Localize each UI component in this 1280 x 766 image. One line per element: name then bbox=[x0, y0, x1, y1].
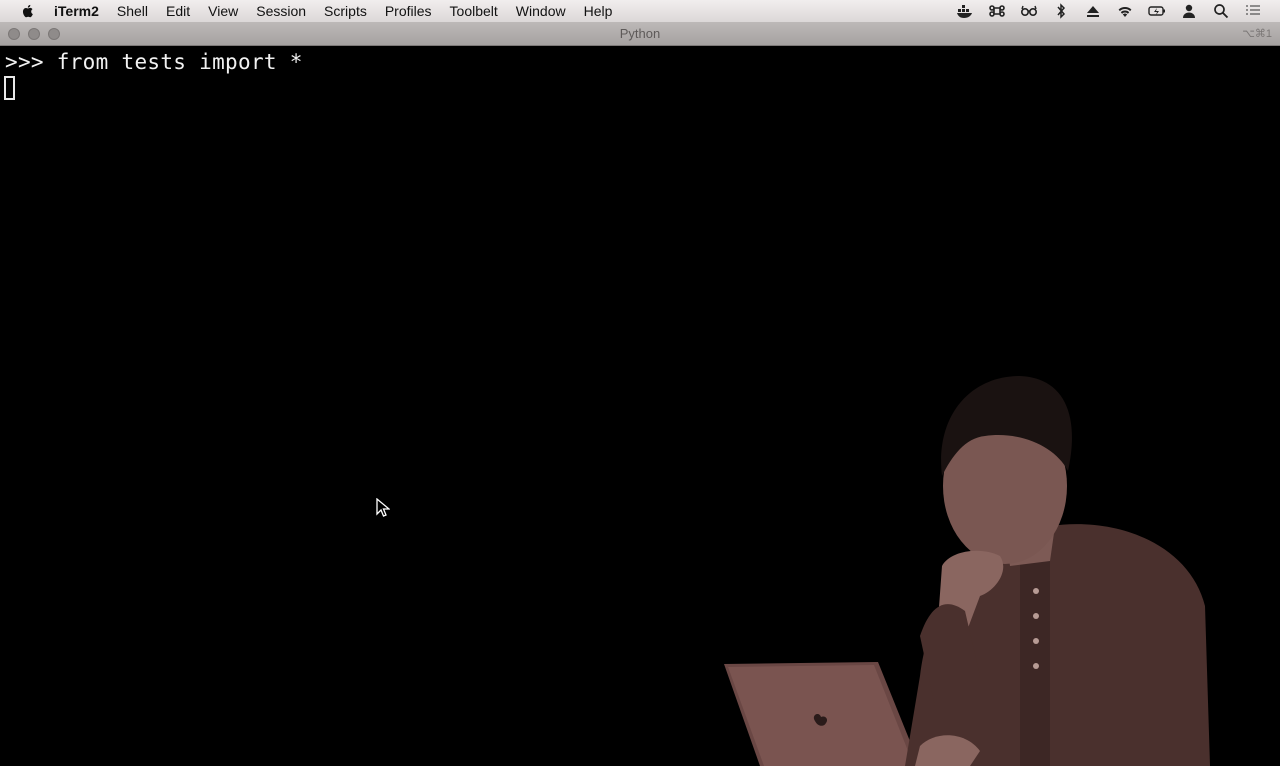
menu-view[interactable]: View bbox=[199, 0, 247, 22]
bluetooth-icon[interactable] bbox=[1052, 3, 1070, 19]
menu-help[interactable]: Help bbox=[575, 0, 622, 22]
user-icon[interactable] bbox=[1180, 3, 1198, 19]
status-area bbox=[956, 0, 1262, 22]
terminal-line: >>> from tests import * bbox=[5, 50, 303, 74]
wifi-icon[interactable] bbox=[1116, 3, 1134, 19]
menu-app-name[interactable]: iTerm2 bbox=[52, 0, 108, 22]
menu-left: iTerm2 Shell Edit View Session Scripts P… bbox=[0, 0, 621, 22]
text-cursor bbox=[4, 76, 15, 100]
menu-toolbelt[interactable]: Toolbelt bbox=[441, 0, 507, 22]
window-titlebar[interactable]: Python ⌥⌘1 bbox=[0, 22, 1280, 46]
mouse-pointer-icon bbox=[376, 498, 390, 517]
terminal-command: from tests import * bbox=[56, 50, 303, 74]
menu-profiles[interactable]: Profiles bbox=[376, 0, 441, 22]
command-icon[interactable] bbox=[988, 3, 1006, 19]
menu-session[interactable]: Session bbox=[247, 0, 315, 22]
presenter-overlay bbox=[724, 376, 1210, 766]
search-icon[interactable] bbox=[1212, 3, 1230, 19]
list-icon[interactable] bbox=[1244, 3, 1262, 19]
menu-bar: iTerm2 Shell Edit View Session Scripts P… bbox=[0, 0, 1280, 22]
menu-scripts[interactable]: Scripts bbox=[315, 0, 376, 22]
glasses-icon[interactable] bbox=[1020, 3, 1038, 19]
menu-window[interactable]: Window bbox=[507, 0, 575, 22]
python-prompt: >>> bbox=[5, 50, 44, 74]
eject-icon[interactable] bbox=[1084, 3, 1102, 19]
menu-shell[interactable]: Shell bbox=[108, 0, 157, 22]
battery-icon[interactable] bbox=[1148, 3, 1166, 19]
terminal-area[interactable]: >>> from tests import * bbox=[0, 46, 1280, 766]
menu-edit[interactable]: Edit bbox=[157, 0, 199, 22]
docker-icon[interactable] bbox=[956, 3, 974, 19]
window-title: Python bbox=[619, 26, 661, 41]
window-shortcut: ⌥⌘1 bbox=[1242, 28, 1272, 40]
apple-icon[interactable] bbox=[20, 3, 36, 19]
